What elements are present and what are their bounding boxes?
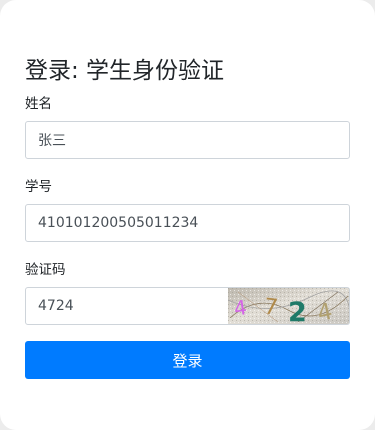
student-id-label: 学号 bbox=[25, 179, 52, 195]
svg-text:7: 7 bbox=[263, 294, 280, 320]
student-id-field[interactable] bbox=[25, 204, 350, 242]
login-card: 登录: 学生身份验证 姓名 学号 验证码 bbox=[0, 0, 375, 430]
name-label: 姓名 bbox=[25, 96, 52, 112]
captcha-field[interactable] bbox=[25, 287, 229, 325]
page-title: 登录: 学生身份验证 bbox=[25, 58, 225, 84]
svg-text:2: 2 bbox=[288, 297, 307, 325]
login-button[interactable]: 登录 bbox=[25, 341, 350, 379]
captcha-image[interactable]: 4 7 2 4 bbox=[228, 287, 350, 325]
captcha-label: 验证码 bbox=[25, 262, 66, 278]
name-field[interactable] bbox=[25, 121, 350, 159]
